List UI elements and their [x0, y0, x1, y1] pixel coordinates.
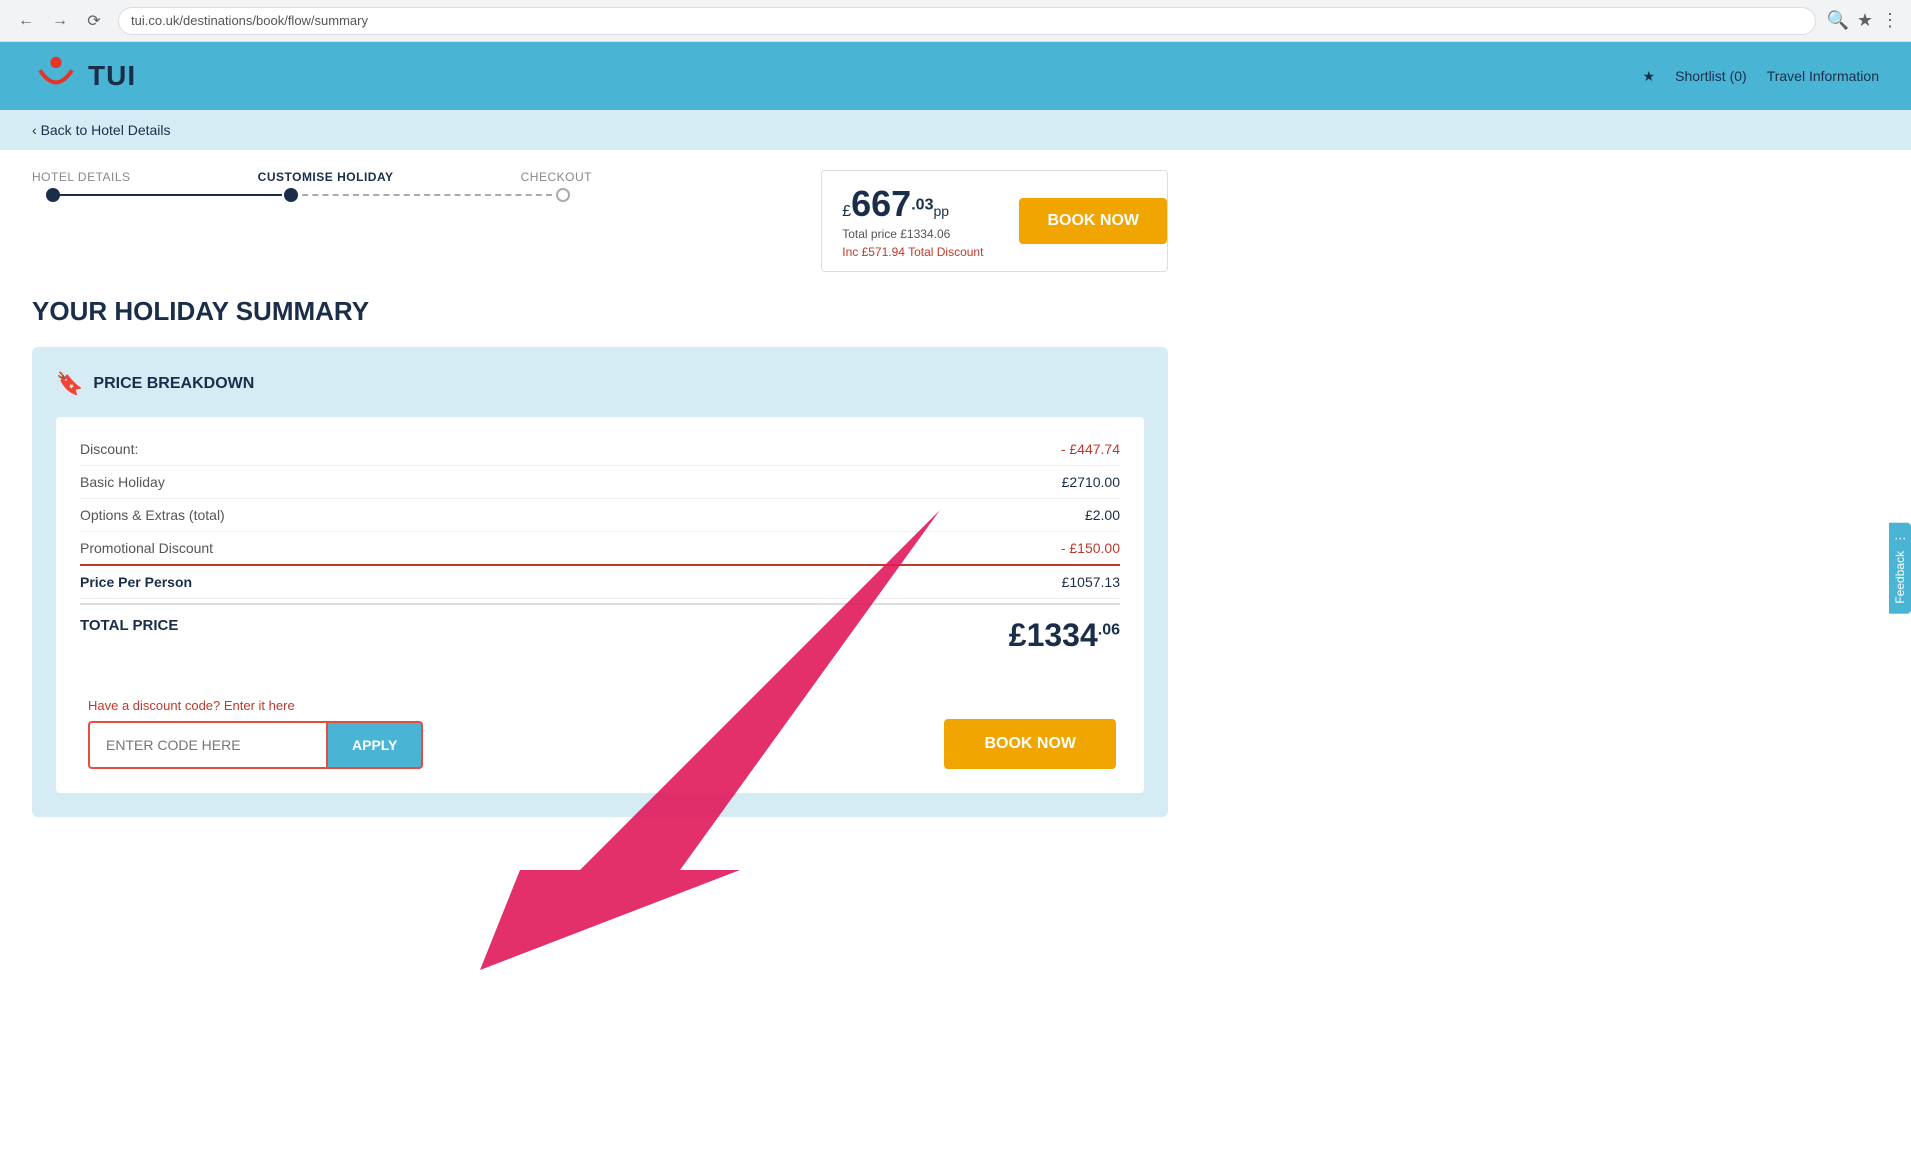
book-now-bottom-button[interactable]: BOOK NOW [944, 719, 1116, 769]
feedback-dots-icon: ⋮ [1893, 533, 1907, 545]
discount-section: Have a discount code? Enter it here APPL… [84, 698, 427, 769]
tag-icon: 🔖 [56, 371, 83, 397]
row-value-basic: £2710.00 [1062, 474, 1120, 490]
url-text: tui.co.uk/destinations/book/flow/summary [131, 13, 368, 28]
menu-icon[interactable]: ⋮ [1881, 10, 1899, 31]
stepper-line-filled [52, 194, 282, 196]
feedback-tab[interactable]: Feedback ⋮ [1889, 523, 1911, 614]
refresh-icon[interactable]: ⟳ [80, 7, 108, 35]
apply-discount-button[interactable]: APPLY [328, 721, 423, 769]
search-icon[interactable]: 🔍 [1826, 10, 1848, 31]
row-label-discount: Discount: [80, 441, 138, 457]
row-value-promo: - £150.00 [1061, 540, 1120, 556]
discount-code-label: Have a discount code? Enter it here [88, 698, 423, 713]
per-person-row: Price Per Person £1057.13 [80, 566, 1120, 599]
price-cents: .03 [911, 197, 933, 214]
table-row: Discount: - £447.74 [80, 433, 1120, 466]
total-price-value: £1334.06 [1009, 617, 1120, 654]
step-hotel-details: HOTEL DETAILS [32, 170, 131, 184]
bookmark-icon[interactable]: ★ [1857, 10, 1873, 31]
step-customise: CUSTOMISE HOLIDAY [258, 170, 394, 184]
table-row: Options & Extras (total) £2.00 [80, 499, 1120, 532]
star-icon: ★ [1643, 68, 1656, 85]
price-book-box: £667.03pp Total price £1334.06 Inc £571.… [821, 170, 1168, 272]
discount-code-input[interactable] [88, 721, 328, 769]
row-label-basic: Basic Holiday [80, 474, 165, 490]
book-now-header-button[interactable]: BOOK NOW [1019, 198, 1167, 244]
price-big: 667 [851, 183, 911, 224]
breakdown-title-text: PRICE BREAKDOWN [93, 375, 254, 393]
main-content: HOTEL DETAILS CUSTOMISE HOLIDAY CHECKOUT… [0, 150, 1200, 837]
shortlist-link[interactable]: Shortlist (0) [1675, 68, 1747, 84]
tui-nav: ★ Shortlist (0) Travel Information [1643, 68, 1879, 85]
total-big: 1334 [1027, 617, 1098, 653]
booking-header: HOTEL DETAILS CUSTOMISE HOLIDAY CHECKOUT… [32, 170, 1168, 272]
per-person-label: Price Per Person [80, 574, 192, 590]
price-section: £667.03pp Total price £1334.06 Inc £571.… [822, 171, 1003, 271]
stepper-line-dashed [292, 194, 552, 196]
browser-icons[interactable]: 🔍 ★ ⋮ [1826, 10, 1899, 31]
stepper-dot-1 [46, 188, 60, 202]
price-discount-label: Inc £571.94 Total Discount [842, 245, 983, 259]
browser-chrome: ← → ⟳ tui.co.uk/destinations/book/flow/s… [0, 0, 1911, 42]
table-row-promo: Promotional Discount - £150.00 [80, 532, 1120, 566]
address-bar[interactable]: tui.co.uk/destinations/book/flow/summary [118, 7, 1816, 35]
stepper-dot-3 [556, 188, 570, 202]
breakdown-table: Discount: - £447.74 Basic Holiday £2710.… [56, 417, 1144, 793]
row-label-options: Options & Extras (total) [80, 507, 225, 523]
row-value-discount: - £447.74 [1061, 441, 1120, 457]
tui-logo: TUI [32, 52, 136, 100]
forward-icon[interactable]: → [46, 7, 74, 35]
breakdown-title: 🔖 PRICE BREAKDOWN [56, 371, 1144, 397]
stepper-dot-2 [284, 188, 298, 202]
tui-header: TUI ★ Shortlist (0) Travel Information [0, 42, 1911, 110]
currency-symbol: £ [842, 203, 851, 220]
row-value-options: £2.00 [1085, 507, 1120, 523]
sub-header: Back to Hotel Details [0, 110, 1911, 150]
total-price-label: TOTAL PRICE [80, 617, 178, 654]
stepper-track [32, 192, 592, 198]
discount-input-row: APPLY [88, 721, 423, 769]
price-total-label: Total price £1334.06 [842, 227, 983, 241]
stepper: HOTEL DETAILS CUSTOMISE HOLIDAY CHECKOUT [32, 170, 821, 198]
table-row: Basic Holiday £2710.00 [80, 466, 1120, 499]
step-checkout: CHECKOUT [521, 170, 592, 184]
back-to-hotel-link[interactable]: Back to Hotel Details [32, 122, 171, 138]
row-label-promo: Promotional Discount [80, 540, 213, 556]
price-pp: pp [933, 203, 949, 219]
price-breakdown-card: 🔖 PRICE BREAKDOWN Discount: - £447.74 Ba… [32, 347, 1168, 817]
tui-brand-name: TUI [88, 60, 136, 92]
tui-logo-mark [32, 52, 80, 100]
price-main: £667.03pp [842, 183, 983, 225]
travel-info-link[interactable]: Travel Information [1767, 68, 1879, 84]
browser-nav[interactable]: ← → ⟳ [12, 7, 108, 35]
per-person-value: £1057.13 [1062, 574, 1120, 590]
stepper-labels: HOTEL DETAILS CUSTOMISE HOLIDAY CHECKOUT [32, 170, 592, 184]
page-title: YOUR HOLIDAY SUMMARY [32, 296, 1168, 327]
back-icon[interactable]: ← [12, 7, 40, 35]
feedback-label: Feedback [1893, 551, 1907, 604]
discount-and-book-row: Have a discount code? Enter it here APPL… [80, 662, 1120, 777]
total-row: TOTAL PRICE £1334.06 [80, 603, 1120, 662]
total-cents: .06 [1098, 621, 1120, 638]
